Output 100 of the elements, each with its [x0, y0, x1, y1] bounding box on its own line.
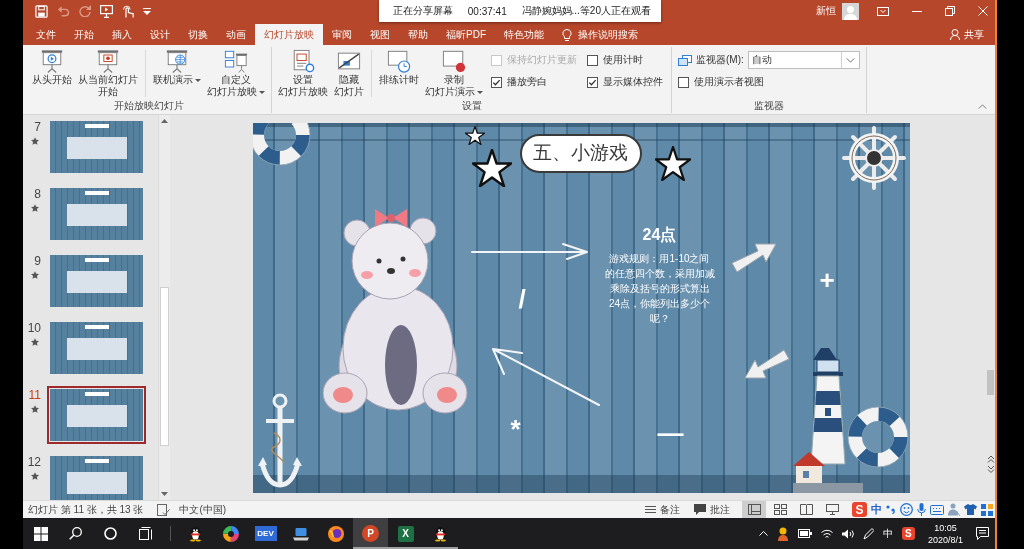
wifi-icon[interactable]: [820, 528, 833, 539]
slide-number: 10: [27, 322, 41, 335]
checkbox[interactable]: [587, 76, 598, 88]
ribbon-tab[interactable]: 开始: [65, 24, 103, 45]
screen-clock-icon: [387, 49, 411, 73]
sharing-status: 正在分享屏幕: [393, 4, 453, 18]
screen-icon[interactable]: [100, 4, 113, 18]
avatar-icon[interactable]: [842, 2, 859, 20]
ime-mode-indicator[interactable]: 中: [871, 502, 882, 517]
ribbon-tab[interactable]: 动画: [217, 24, 255, 45]
speaker-icon[interactable]: [841, 528, 854, 539]
notes-button[interactable]: 备注: [643, 502, 682, 517]
clock-date[interactable]: 2020/8/1: [927, 533, 963, 546]
ribbon-tab[interactable]: 切换: [179, 24, 217, 45]
checkbox[interactable]: [587, 54, 598, 66]
caret-icon[interactable]: [143, 7, 151, 15]
ribbon-tab[interactable]: 帮助: [399, 24, 437, 45]
comments-button[interactable]: 批注: [692, 502, 732, 517]
ribbon-button[interactable]: 设置幻灯片放映: [276, 47, 330, 98]
ribbon-button[interactable]: 从头开始: [30, 47, 74, 86]
smiley-icon[interactable]: [900, 503, 913, 516]
ime-logo[interactable]: S: [852, 502, 867, 517]
operator-symbol: *: [510, 415, 521, 442]
notes-icon: [645, 505, 656, 514]
laptop-icon: [292, 526, 309, 541]
save-icon[interactable]: [35, 4, 48, 18]
microphone-icon[interactable]: [917, 503, 926, 516]
close-icon[interactable]: [978, 6, 988, 16]
ribbon-tab[interactable]: 视图: [361, 24, 399, 45]
ribbon-button[interactable]: 自定义幻灯片放映: [205, 47, 267, 98]
ribbon-tab[interactable]: 幻灯片放映: [255, 24, 323, 45]
star-icon: [31, 338, 39, 346]
double-chevron-up-icon[interactable]: [986, 455, 995, 463]
ribbon-display-icon[interactable]: [877, 6, 889, 16]
double-chevron-down-icon[interactable]: [986, 465, 995, 473]
slide-number: 9: [34, 255, 41, 268]
ribbon-tab[interactable]: 设计: [141, 24, 179, 45]
scrollbar[interactable]: [158, 115, 170, 500]
ribbon-button[interactable]: 排练计时: [377, 47, 421, 86]
operator-symbol: +: [819, 266, 835, 293]
tiles-icon[interactable]: [981, 503, 993, 516]
language-indicator[interactable]: 中文(中国): [179, 502, 227, 517]
ribbon-button[interactable]: 隐藏幻灯片: [332, 47, 366, 98]
group-label: 开始放映幻灯片: [112, 99, 185, 113]
shirt-icon[interactable]: [964, 504, 977, 515]
clock-time[interactable]: 10:05: [934, 521, 957, 534]
scrollbar-thumb[interactable]: [987, 370, 994, 395]
block-arrow-icon: [744, 348, 791, 381]
battery-icon[interactable]: [797, 529, 812, 538]
view-button[interactable]: [742, 501, 766, 518]
slides-screen-icon: [224, 49, 248, 73]
ime-mode-indicator[interactable]: 中: [882, 526, 893, 541]
ime-logo[interactable]: S: [901, 527, 915, 540]
scrollbar-thumb[interactable]: [160, 287, 169, 446]
checkbox-label[interactable]: 播放旁白: [507, 75, 547, 89]
checkbox-label[interactable]: 使用计时: [603, 53, 643, 67]
restore-icon[interactable]: [945, 6, 955, 16]
taskbar-button[interactable]: P: [353, 518, 388, 549]
windows-logo-icon[interactable]: [33, 526, 48, 541]
ribbon-tab[interactable]: 福昕PDF: [437, 24, 495, 45]
tell-me-field[interactable]: 操作说明搜索: [562, 24, 642, 45]
slide-thumbnail[interactable]: [47, 118, 146, 176]
search-icon[interactable]: [69, 527, 82, 540]
ribbon-tab[interactable]: 特色功能: [495, 24, 553, 45]
notification-icon[interactable]: [976, 527, 989, 540]
scroll-up-icon[interactable]: [161, 119, 168, 123]
circle-icon[interactable]: [104, 527, 117, 540]
viewers-text: 冯静婉妈妈...等20人正在观看: [521, 4, 651, 18]
pen-icon[interactable]: [862, 527, 874, 540]
hand-icon[interactable]: [122, 4, 134, 18]
checkbox[interactable]: [678, 76, 689, 88]
slide-thumbnail[interactable]: [47, 453, 146, 500]
taskbar-button[interactable]: DEV: [248, 518, 283, 549]
monitor-dropdown[interactable]: 自动: [747, 51, 860, 69]
share-button[interactable]: 共享: [948, 24, 986, 45]
taskbar-button[interactable]: X: [388, 518, 423, 549]
punctuation-icon[interactable]: [886, 505, 896, 514]
slide-thumbnail[interactable]: [47, 319, 146, 377]
ribbon-tab[interactable]: 插入: [103, 24, 141, 45]
checkbox-label[interactable]: 显示媒体控件: [603, 75, 663, 89]
minimize-icon[interactable]: [912, 10, 922, 12]
checkbox[interactable]: [491, 76, 502, 88]
document-check-icon[interactable]: [157, 503, 171, 516]
chevron-down-icon: [845, 57, 855, 63]
keyboard-icon[interactable]: [930, 504, 944, 515]
ribbon-button[interactable]: 联机演示: [151, 47, 203, 86]
lifebuoy-drawing: [252, 122, 311, 166]
star-icon: [31, 271, 39, 279]
figure-icon[interactable]: [776, 526, 789, 541]
slide-thumbnail[interactable]: [47, 185, 146, 243]
task-view-icon[interactable]: [138, 527, 153, 540]
ribbon-button[interactable]: 从当前幻灯片开始: [76, 47, 140, 98]
star-icon: [31, 204, 39, 212]
slide-thumbnail[interactable]: [47, 386, 146, 444]
ribbon-tab[interactable]: 审阅: [323, 24, 361, 45]
checkbox-label[interactable]: 使用演示者视图: [694, 75, 764, 89]
ribbon-tab[interactable]: 文件: [27, 24, 65, 45]
slide-thumbnail[interactable]: [47, 252, 146, 310]
ribbon-button[interactable]: 录制幻灯片演示: [423, 47, 485, 98]
scroll-down-icon[interactable]: [161, 492, 168, 496]
